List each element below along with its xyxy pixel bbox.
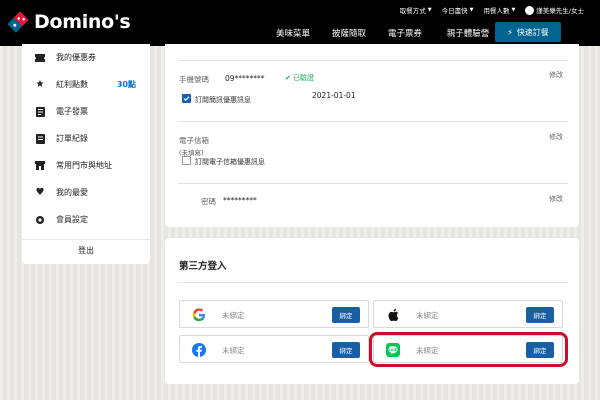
schedule-dropdown[interactable]: 今日盡快 ▼ bbox=[442, 5, 474, 15]
star-icon: ★ bbox=[35, 79, 45, 90]
quick-order-label: 快速訂餐 bbox=[516, 27, 549, 37]
nav-evouchers[interactable]: 電子票券 bbox=[377, 27, 433, 39]
account-info-panel: 手機號碼 09******** ✔ 已驗證 修改 訂閱簡訊優惠訊息 2021-0… bbox=[165, 44, 579, 227]
email-subscribe-label: 訂閱電子信箱優惠訊息 bbox=[195, 158, 265, 166]
dominos-logo[interactable]: Domino's bbox=[6, 8, 131, 36]
heart-icon: ♥ bbox=[35, 187, 45, 198]
logout-button[interactable]: 登出 bbox=[22, 239, 150, 261]
invoice-icon bbox=[34, 106, 46, 118]
sidebar-item-settings[interactable]: 會員設定 bbox=[22, 206, 150, 233]
site-header: Domino's 取餐方式 ▼ 今日盡快 ▼ 用餐人數 ▼ 謹美樂先生/女士 美味菜單… bbox=[0, 0, 600, 46]
domino-tile-icon bbox=[7, 11, 29, 33]
third-party-title: 第三方登入 bbox=[179, 261, 227, 272]
store-icon bbox=[34, 160, 46, 172]
provider-google: 未綁定 綁定 bbox=[179, 300, 369, 328]
sidebar-item-favorites[interactable]: ♥ 我的最愛 bbox=[22, 179, 150, 206]
sidebar-item-label: 我的優惠券 bbox=[56, 53, 96, 62]
email-subscribe-checkbox[interactable] bbox=[182, 156, 191, 165]
nav-kids-camp[interactable]: 親子體驗營 bbox=[433, 27, 503, 39]
line-highlight-annotation bbox=[369, 332, 568, 367]
password-label: 密碼 bbox=[201, 197, 216, 206]
apple-status: 未綁定 bbox=[416, 311, 439, 320]
user-menu[interactable]: 謹美樂先生/女士 bbox=[525, 5, 584, 15]
bind-facebook-button[interactable]: 綁定 bbox=[332, 342, 360, 358]
divider bbox=[178, 183, 568, 184]
divider bbox=[178, 60, 568, 61]
sidebar-item-label: 常用門市與地址 bbox=[56, 161, 112, 170]
people-dropdown[interactable]: 用餐人數 ▼ bbox=[483, 5, 515, 15]
user-name: 謹美樂先生/女士 bbox=[536, 7, 584, 15]
nav-pickup[interactable]: 披薩隨取 bbox=[321, 27, 377, 39]
google-status: 未綁定 bbox=[222, 311, 245, 320]
brand-name: Domino's bbox=[34, 11, 131, 33]
provider-facebook: 未綁定 綁定 bbox=[179, 335, 369, 363]
sms-subscribe-checkbox[interactable] bbox=[182, 94, 191, 103]
edit-phone-link[interactable]: 修改 bbox=[549, 70, 563, 80]
facebook-status: 未綁定 bbox=[222, 346, 245, 355]
order-method-dropdown[interactable]: 取餐方式 ▼ bbox=[400, 5, 432, 15]
receipt-icon bbox=[34, 133, 46, 145]
utility-nav: 取餐方式 ▼ 今日盡快 ▼ 用餐人數 ▼ 謹美樂先生/女士 bbox=[400, 5, 584, 15]
sidebar-item-label: 訂單紀錄 bbox=[56, 134, 88, 143]
bind-google-button[interactable]: 綁定 bbox=[332, 307, 360, 323]
phone-value: 09******** bbox=[225, 74, 265, 83]
order-method-label: 取餐方式 bbox=[399, 7, 426, 15]
bolt-icon: ⚡ bbox=[507, 27, 513, 37]
main-nav: 美味菜單 披薩隨取 電子票券 親子體驗營 bbox=[265, 27, 503, 39]
sidebar-item-orders[interactable]: 訂單紀錄 bbox=[22, 125, 150, 152]
phone-date: 2021-01-01 bbox=[312, 91, 356, 100]
points-value: 30點 bbox=[116, 80, 136, 89]
sidebar-item-label: 電子發票 bbox=[56, 107, 88, 116]
sidebar-item-label: 會員設定 bbox=[56, 215, 88, 224]
edit-password-link[interactable]: 修改 bbox=[549, 194, 563, 204]
apple-icon bbox=[386, 308, 400, 322]
ticket-icon bbox=[34, 52, 46, 64]
sidebar-item-coupons[interactable]: 我的優惠券 bbox=[22, 44, 150, 71]
people-label: 用餐人數 bbox=[483, 7, 510, 15]
phone-label: 手機號碼 bbox=[179, 75, 209, 84]
sidebar-item-invoice[interactable]: 電子發票 bbox=[22, 98, 150, 125]
quick-order-button[interactable]: ⚡ 快速訂餐 bbox=[495, 22, 561, 42]
facebook-icon bbox=[192, 343, 206, 357]
chevron-down-icon: ▼ bbox=[469, 7, 474, 13]
bind-apple-button[interactable]: 綁定 bbox=[526, 307, 554, 323]
password-value: ********* bbox=[223, 196, 257, 205]
sidebar-item-stores[interactable]: 常用門市與地址 bbox=[22, 152, 150, 179]
sidebar-item-label: 紅利點數 bbox=[56, 80, 88, 89]
divider bbox=[178, 282, 568, 283]
gear-icon bbox=[34, 214, 46, 226]
member-sidebar: 我的優惠券 ★ 紅利點數 30點 電子發票 訂單紀錄 常用門市與地址 ♥ 我的最… bbox=[22, 44, 150, 264]
verified-text: 已驗證 bbox=[292, 74, 314, 82]
chevron-down-icon: ▼ bbox=[427, 7, 432, 13]
nav-menu[interactable]: 美味菜單 bbox=[265, 27, 321, 39]
provider-apple: 未綁定 綁定 bbox=[373, 300, 563, 328]
schedule-label: 今日盡快 bbox=[441, 7, 468, 15]
check-circle-icon: ✔ bbox=[285, 74, 291, 82]
chevron-down-icon: ▼ bbox=[511, 7, 516, 13]
email-label: 電子信箱 bbox=[179, 136, 209, 145]
divider bbox=[178, 121, 568, 122]
verified-badge: ✔ 已驗證 bbox=[285, 73, 314, 83]
google-icon bbox=[192, 308, 206, 322]
sidebar-item-label: 我的最愛 bbox=[56, 188, 88, 197]
sidebar-item-points[interactable]: ★ 紅利點數 30點 bbox=[22, 71, 150, 98]
edit-email-link[interactable]: 修改 bbox=[549, 132, 563, 142]
user-icon bbox=[525, 5, 535, 15]
sms-subscribe-label: 訂閱簡訊優惠訊息 bbox=[195, 96, 251, 104]
